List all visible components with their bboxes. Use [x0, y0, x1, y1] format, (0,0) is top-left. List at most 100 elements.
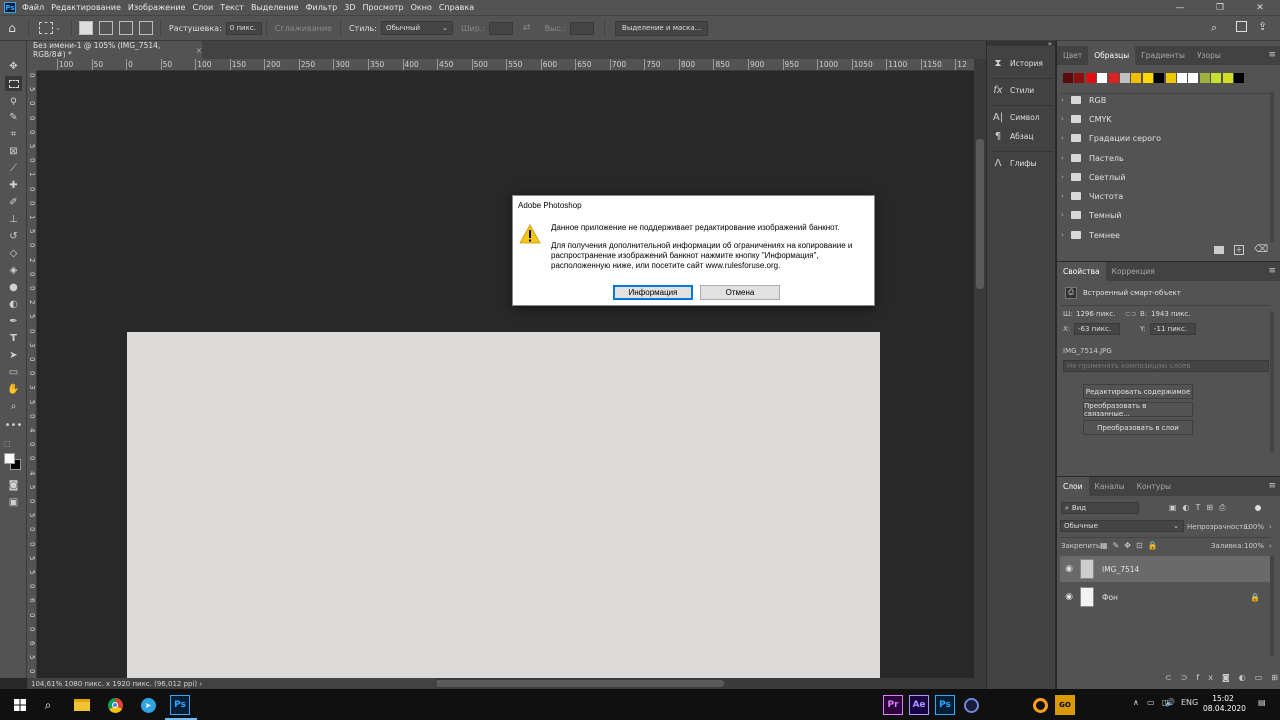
color-swatch[interactable]	[1131, 73, 1142, 83]
dodge-tool-icon[interactable]: ◐	[5, 297, 22, 312]
search-icon[interactable]: ⌕	[38, 695, 58, 715]
search-icon[interactable]: ⌕	[1211, 21, 1217, 35]
scrollbar[interactable]	[1270, 92, 1274, 242]
color-swatch[interactable]	[1120, 73, 1130, 83]
feather-input[interactable]: 0 пикс.	[225, 21, 262, 35]
paint-bucket-tool-icon[interactable]: ◈	[5, 263, 22, 278]
chevron-down-icon[interactable]: ›	[1269, 523, 1272, 531]
tab-swatches[interactable]: Образцы	[1088, 46, 1136, 65]
menu-view[interactable]: Просмотр	[363, 3, 404, 12]
y-input[interactable]: -11 пикс.	[1150, 323, 1196, 335]
dock-glyphs[interactable]: Ʌ Глифы	[991, 154, 1055, 172]
tab-paths[interactable]: Контуры	[1131, 477, 1177, 496]
menu-select[interactable]: Выделение	[251, 3, 299, 12]
zoom-tool-icon[interactable]: ⌕	[5, 399, 22, 414]
opacity-value[interactable]: 100%	[1244, 523, 1264, 531]
chevron-down-icon[interactable]: ⌄	[55, 24, 61, 32]
panel-menu-icon[interactable]: ≡	[1268, 481, 1276, 491]
menu-help[interactable]: Справка	[439, 3, 474, 12]
menu-file[interactable]: Файл	[22, 3, 44, 12]
panel-menu-icon[interactable]: ≡	[1268, 266, 1276, 276]
convert-to-layers-button[interactable]: Преобразовать в слои	[1083, 420, 1193, 435]
document-tab[interactable]: Без имени-1 @ 105% (IMG_7514, RGB/8#) * …	[27, 41, 202, 59]
share-icon[interactable]: ⇪	[1258, 20, 1267, 33]
vertical-scrollbar[interactable]	[974, 59, 986, 678]
eyedropper-tool-icon[interactable]: ⟋	[5, 161, 22, 176]
swatch-group-pastel[interactable]: › Пастель	[1061, 149, 1269, 167]
menu-image[interactable]: Изображение	[128, 3, 186, 12]
close-icon[interactable]: ×	[196, 46, 202, 55]
swatch-group-rgb[interactable]: › RGB	[1061, 91, 1269, 109]
color-swatch[interactable]	[1085, 73, 1096, 83]
marquee-preset-icon[interactable]	[39, 22, 53, 34]
layer-row-img7514[interactable]: ◉ IMG_7514	[1060, 556, 1270, 582]
volume-icon[interactable]: 🔊	[1165, 698, 1175, 707]
default-colors-icon[interactable]: ⬚	[4, 440, 11, 448]
cancel-button[interactable]: Отмена	[700, 285, 780, 300]
language-indicator[interactable]: ENG	[1181, 698, 1198, 707]
windows-start-icon[interactable]	[10, 695, 30, 715]
tab-color[interactable]: Цвет	[1057, 46, 1088, 65]
menu-3d[interactable]: 3D	[344, 3, 355, 12]
width-value[interactable]: 1296 пикс.	[1073, 308, 1123, 320]
info-button[interactable]: Информация	[613, 285, 693, 300]
color-swatch[interactable]	[1154, 73, 1165, 83]
swatch-group-cmyk[interactable]: › CMYK	[1061, 110, 1269, 128]
color-swatch[interactable]	[1188, 73, 1199, 83]
tray-chevron-up-icon[interactable]: ∧	[1133, 698, 1139, 707]
hand-tool-icon[interactable]: ✋	[5, 382, 22, 397]
quick-select-tool-icon[interactable]: ✎	[5, 110, 22, 125]
trash-icon[interactable]: ⌫	[1254, 244, 1268, 255]
chevron-down-icon[interactable]: ›	[1269, 542, 1272, 550]
clock[interactable]: 15:02 08.04.2020	[1203, 694, 1246, 714]
visibility-eye-icon[interactable]: ◉	[1062, 564, 1076, 574]
scroll-thumb[interactable]	[434, 680, 724, 687]
tab-patterns[interactable]: Узоры	[1191, 46, 1227, 65]
new-selection-icon[interactable]	[78, 21, 93, 35]
filter-toggle-icon[interactable]	[1255, 505, 1261, 511]
select-and-mask-button[interactable]: Выделение и маска...	[615, 20, 709, 36]
color-swatch[interactable]	[1211, 73, 1222, 83]
chrome-icon[interactable]	[105, 695, 125, 715]
frame-tool-icon[interactable]: ⊠	[5, 144, 22, 159]
add-selection-icon[interactable]	[98, 21, 113, 35]
link-icon[interactable]: ⊂⊃	[1125, 310, 1137, 318]
convert-to-linked-button[interactable]: Преобразовать в связанные...	[1083, 402, 1193, 418]
height-input[interactable]	[570, 21, 595, 35]
new-group-icon[interactable]	[1214, 246, 1224, 254]
menu-type[interactable]: Текст	[220, 3, 244, 12]
color-swatch[interactable]	[1234, 73, 1244, 83]
intersect-selection-icon[interactable]	[138, 21, 153, 35]
menu-layer[interactable]: Слои	[192, 3, 213, 12]
tab-channels[interactable]: Каналы	[1089, 477, 1131, 496]
document-canvas[interactable]	[127, 332, 880, 678]
path-selection-tool-icon[interactable]: ➤	[5, 348, 22, 363]
width-input[interactable]	[489, 21, 514, 35]
scroll-thumb[interactable]	[976, 139, 984, 289]
color-swatch[interactable]	[1222, 73, 1233, 83]
color-swatch[interactable]	[1199, 73, 1210, 83]
tab-gradients[interactable]: Градиенты	[1135, 46, 1191, 65]
layer-filter-select[interactable]: ⌕ Вид	[1061, 502, 1139, 514]
telegram-icon[interactable]: ➤	[138, 695, 158, 715]
notifications-icon[interactable]: ▤	[1258, 698, 1266, 707]
color-swatch[interactable]	[1074, 73, 1085, 83]
crop-tool-icon[interactable]: ⌗	[5, 127, 22, 142]
scrollbar[interactable]	[1270, 312, 1274, 452]
photoshop-logo-icon[interactable]: Ps	[4, 2, 16, 13]
swap-icon[interactable]: ⇄	[523, 23, 531, 33]
brush-tool-icon[interactable]: ✐	[5, 195, 22, 210]
swatch-group-pure[interactable]: › Чистота	[1061, 187, 1269, 205]
dock-character[interactable]: A| Символ	[991, 108, 1055, 126]
healing-brush-tool-icon[interactable]: ✚	[5, 178, 22, 193]
foreground-color-swatch[interactable]	[4, 453, 15, 464]
collapse-icon[interactable]: »	[1048, 40, 1052, 48]
style-select[interactable]: Обычный ⌄	[380, 21, 453, 35]
menu-window[interactable]: Окно	[411, 3, 432, 12]
battery-icon[interactable]: ▭	[1147, 698, 1155, 707]
layer-actions[interactable]: ⊂⊃fx◙◐▭⊞⌫	[1165, 673, 1280, 682]
move-tool-icon[interactable]: ✥	[5, 59, 22, 74]
pen-tool-icon[interactable]: ✒	[5, 314, 22, 329]
type-tool-icon[interactable]: T	[5, 331, 22, 346]
dock-styles[interactable]: fx Стили	[991, 81, 1055, 99]
